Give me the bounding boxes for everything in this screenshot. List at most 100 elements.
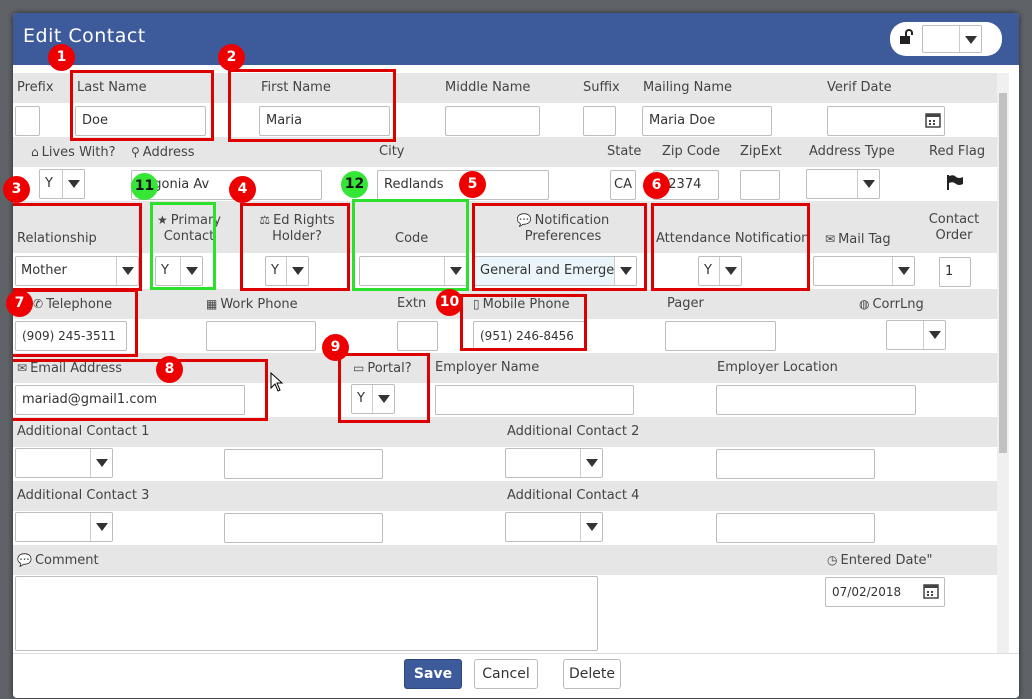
marker-4: 4 [229, 176, 256, 203]
highlight-box-11 [150, 202, 216, 290]
zip-code-label: Zip Code [662, 144, 721, 159]
chevron-down-icon [90, 449, 112, 477]
highlight-box-12 [352, 199, 469, 291]
extn-label: Extn [397, 296, 427, 311]
suffix-input[interactable] [583, 106, 616, 136]
red-flag-icon[interactable] [946, 174, 964, 190]
corrlng-select[interactable] [886, 320, 946, 350]
edit-contact-dialog: Edit Contact Prefix Last Name First Name… [13, 13, 1019, 698]
additional-contact-3-label: Additional Contact 3 [17, 488, 150, 503]
delete-button[interactable]: Delete [563, 659, 621, 689]
unlock-icon[interactable] [898, 28, 914, 46]
calendar-icon[interactable] [923, 583, 939, 599]
zipext-input[interactable] [740, 170, 780, 200]
calendar-icon[interactable] [925, 112, 941, 128]
extn-input[interactable] [397, 321, 438, 351]
pager-input[interactable] [665, 321, 776, 351]
vertical-scrollbar[interactable] [997, 73, 1009, 663]
lives-with-select[interactable]: Y [39, 169, 85, 199]
building-icon: ▦ [206, 297, 218, 311]
additional-contact-4-label: Additional Contact 4 [507, 488, 640, 503]
chevron-down-icon [90, 513, 112, 541]
chevron-down-icon [923, 321, 945, 349]
row7-label-band [13, 481, 997, 511]
mailing-name-input[interactable]: Maria Doe [642, 106, 772, 136]
dialog-header: Edit Contact [13, 13, 1019, 65]
marker-12: 12 [341, 171, 368, 198]
contact-order-input[interactable]: 1 [939, 257, 971, 287]
additional-contact-3-select[interactable] [15, 512, 113, 542]
additional-contact-2-select[interactable] [505, 448, 603, 478]
employer-location-label: Employer Location [717, 360, 838, 375]
middle-name-input[interactable] [445, 106, 540, 136]
chevron-down-icon [580, 513, 602, 541]
additional-contact-1-input[interactable] [224, 449, 383, 479]
marker-10: 10 [436, 289, 463, 316]
cancel-button[interactable]: Cancel [474, 659, 538, 689]
screen: Edit Contact Prefix Last Name First Name… [0, 0, 1032, 699]
prefix-label: Prefix [17, 80, 54, 95]
highlight-box-1 [70, 70, 214, 141]
marker-1: 1 [48, 44, 75, 71]
highlight-box-9 [338, 353, 430, 423]
mouse-cursor-icon [270, 371, 284, 392]
marker-3: 3 [3, 176, 30, 203]
address-type-select[interactable] [806, 169, 880, 199]
suffix-label: Suffix [583, 80, 620, 95]
pager-label: Pager [667, 296, 704, 311]
address-type-label: Address Type [809, 144, 895, 159]
zipext-label: ZipExt [740, 144, 782, 159]
additional-contact-4-select[interactable] [505, 512, 603, 542]
chevron-down-icon [857, 170, 879, 198]
comment-label: 💬 Comment [17, 553, 99, 568]
marker-5: 5 [459, 171, 486, 198]
highlight-box-6 [651, 203, 810, 291]
work-phone-label: ▦ Work Phone [206, 297, 298, 312]
contact-order-label: Contact Order [928, 212, 980, 243]
comment-textarea[interactable] [15, 576, 598, 651]
verif-date-label: Verif Date [827, 80, 892, 95]
lives-with-label: ⌂ Lives With? [31, 145, 116, 160]
chevron-down-icon [959, 26, 981, 52]
chevron-down-icon [580, 449, 602, 477]
mail-tag-select[interactable] [813, 256, 915, 286]
highlight-box-10 [460, 294, 587, 351]
additional-contact-2-input[interactable] [716, 449, 875, 479]
lock-control [890, 22, 1002, 56]
address-input[interactable]: Lugonia Av [131, 170, 322, 200]
additional-contact-3-input[interactable] [224, 513, 383, 543]
employer-name-label: Employer Name [435, 360, 540, 375]
state-label: State [607, 144, 642, 159]
lock-select[interactable] [922, 25, 982, 53]
mailing-name-label: Mailing Name [643, 80, 732, 95]
middle-name-label: Middle Name [445, 80, 531, 95]
city-label: City [379, 144, 405, 159]
clock-icon: ◷ [827, 553, 838, 567]
highlight-box-3 [13, 203, 142, 291]
marker-8: 8 [156, 356, 183, 383]
entered-date-label: ◷ Entered Date" [827, 553, 933, 568]
employer-location-input[interactable] [716, 385, 916, 415]
highlight-box-8 [13, 359, 268, 421]
home-icon: ⌂ [31, 145, 39, 159]
envelope-open-icon: ✉ [825, 232, 836, 246]
red-flag-label: Red Flag [929, 144, 986, 159]
employer-name-input[interactable] [435, 385, 634, 415]
work-phone-input[interactable] [206, 321, 316, 351]
prefix-input[interactable] [15, 106, 40, 136]
marker-6: 6 [643, 172, 670, 199]
additional-contact-1-select[interactable] [15, 448, 113, 478]
highlight-box-5 [472, 203, 647, 291]
marker-7: 7 [6, 290, 33, 317]
marker-11: 11 [131, 173, 158, 200]
address-label: ⚲ Address [131, 145, 195, 160]
save-button[interactable]: Save [404, 659, 462, 689]
scrollbar-thumb[interactable] [999, 93, 1007, 453]
additional-contact-4-input[interactable] [716, 513, 875, 543]
globe-icon: ◍ [859, 297, 870, 311]
chevron-down-icon [892, 257, 914, 285]
marker-2: 2 [218, 44, 245, 71]
highlight-box-2 [228, 69, 396, 142]
highlight-box-4 [240, 203, 350, 291]
state-input[interactable]: CA [610, 170, 636, 200]
